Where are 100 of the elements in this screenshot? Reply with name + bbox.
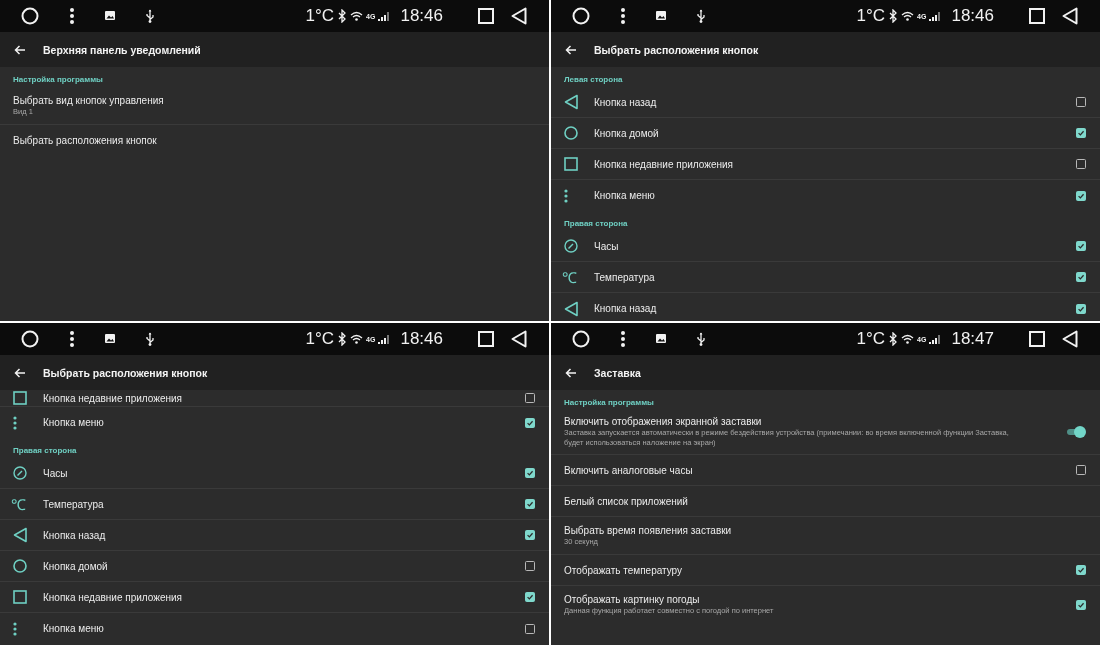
checkbox[interactable] — [525, 393, 535, 403]
usb-icon — [696, 332, 706, 346]
signal-bars-icon — [378, 11, 390, 21]
bluetooth-icon — [889, 332, 899, 346]
checkbox[interactable] — [1076, 159, 1086, 169]
menu-dots-icon[interactable] — [69, 7, 75, 25]
checkbox[interactable] — [1076, 303, 1086, 314]
back-triangle-icon[interactable] — [511, 330, 527, 348]
image-icon — [656, 334, 666, 344]
menu-dots-icon[interactable] — [620, 330, 626, 348]
signal-bars-icon — [378, 334, 390, 344]
wifi-icon — [350, 334, 364, 344]
clock-text: 18:46 — [400, 6, 443, 26]
setting-title: Выбрать время появления заставки — [564, 523, 733, 537]
checkbox[interactable] — [1076, 272, 1086, 282]
setting-title: Кнопка недавние приложения — [43, 590, 183, 604]
setting-title: Кнопка домой — [594, 126, 660, 140]
menu-dots-icon[interactable] — [69, 330, 75, 348]
back-triangle-icon[interactable] — [1062, 7, 1078, 25]
image-icon — [105, 334, 115, 344]
setting-title: Температура — [594, 270, 656, 284]
triangle-icon — [13, 527, 27, 543]
usb-icon — [145, 332, 155, 346]
back-arrow-icon[interactable] — [14, 367, 26, 378]
back-arrow-icon[interactable] — [565, 44, 577, 55]
checkbox[interactable] — [1076, 128, 1086, 138]
checkbox[interactable] — [525, 623, 535, 634]
setting-title: Кнопка домой — [43, 559, 109, 573]
image-icon — [105, 11, 115, 21]
back-arrow-icon[interactable] — [565, 367, 577, 378]
setting-title: Включить отображения экранной заставки — [564, 415, 763, 428]
checkbox[interactable] — [1076, 465, 1086, 475]
temperature-text: 1°C — [856, 329, 886, 349]
checkbox[interactable] — [525, 530, 535, 540]
setting-title: Кнопка недавние приложения — [594, 157, 734, 171]
setting-title: Отображать картинку погоды — [564, 593, 701, 606]
home-circle-icon[interactable] — [572, 330, 590, 348]
clock-text: 18:46 — [400, 329, 443, 349]
home-circle-icon[interactable] — [21, 7, 39, 25]
checkbox[interactable] — [1076, 241, 1086, 251]
toolbar-title: Заставка — [594, 366, 641, 379]
vertical-dots-icon — [564, 188, 568, 203]
square-icon — [13, 590, 27, 604]
section-header: Настройка программы — [563, 397, 655, 409]
wifi-icon — [901, 11, 915, 21]
triangle-icon — [564, 94, 578, 110]
wifi-icon — [901, 334, 915, 344]
signal-bars-icon — [929, 334, 941, 344]
setting-title: Выбрать расположения кнопок — [13, 134, 158, 147]
clock-icon — [13, 466, 27, 480]
checkbox[interactable] — [525, 417, 535, 428]
menu-dots-icon[interactable] — [620, 7, 626, 25]
checkbox[interactable] — [1076, 190, 1086, 201]
setting-title: Температура — [43, 497, 105, 511]
toolbar-title: Выбрать расположения кнопок — [43, 366, 208, 379]
setting-title: Выбрать вид кнопок управления — [13, 93, 165, 107]
clock-icon — [564, 239, 578, 253]
recents-square-icon[interactable] — [478, 331, 494, 347]
temperature-text: 1°C — [305, 329, 335, 349]
setting-title: Кнопка назад — [594, 302, 658, 315]
recents-square-icon[interactable] — [478, 8, 494, 24]
vertical-dots-icon — [13, 415, 17, 430]
checkbox[interactable] — [1076, 565, 1086, 575]
checkbox[interactable] — [525, 592, 535, 602]
back-triangle-icon[interactable] — [511, 7, 527, 25]
checkbox[interactable] — [525, 561, 535, 571]
toggle-switch[interactable] — [1067, 425, 1086, 438]
recents-square-icon[interactable] — [1029, 8, 1045, 24]
section-header: Левая сторона — [563, 74, 624, 86]
home-circle-icon[interactable] — [572, 7, 590, 25]
signal-bars-icon — [929, 11, 941, 21]
back-triangle-icon[interactable] — [1062, 330, 1078, 348]
setting-title: Кнопка меню — [43, 416, 105, 429]
clock-text: 18:47 — [951, 329, 994, 349]
home-circle-icon[interactable] — [21, 330, 39, 348]
setting-title: Кнопка меню — [594, 189, 656, 202]
bluetooth-icon — [338, 9, 348, 23]
setting-title: Включить аналоговые часы — [564, 463, 694, 477]
temperature-text: 1°C — [856, 6, 886, 26]
checkbox[interactable] — [525, 499, 535, 509]
square-icon — [13, 391, 27, 405]
recents-square-icon[interactable] — [1029, 331, 1045, 347]
setting-title: Кнопка меню — [43, 622, 105, 635]
toolbar-title: Верхняя панель уведомлений — [43, 43, 201, 56]
back-arrow-icon[interactable] — [14, 44, 26, 55]
section-header: Настройка программы — [12, 74, 104, 86]
square-icon — [564, 157, 578, 171]
checkbox[interactable] — [525, 468, 535, 478]
circle-icon — [13, 559, 27, 573]
image-icon — [656, 11, 666, 21]
wifi-icon — [350, 11, 364, 21]
bluetooth-icon — [338, 332, 348, 346]
checkbox[interactable] — [1076, 97, 1086, 107]
usb-icon — [145, 9, 155, 23]
setting-title: Часы — [594, 239, 620, 253]
usb-icon — [696, 9, 706, 23]
setting-title: Кнопка назад — [43, 528, 107, 542]
setting-title: Кнопка недавние приложения — [43, 391, 183, 405]
temperature-text: 1°C — [305, 6, 335, 26]
checkbox[interactable] — [1076, 599, 1086, 610]
